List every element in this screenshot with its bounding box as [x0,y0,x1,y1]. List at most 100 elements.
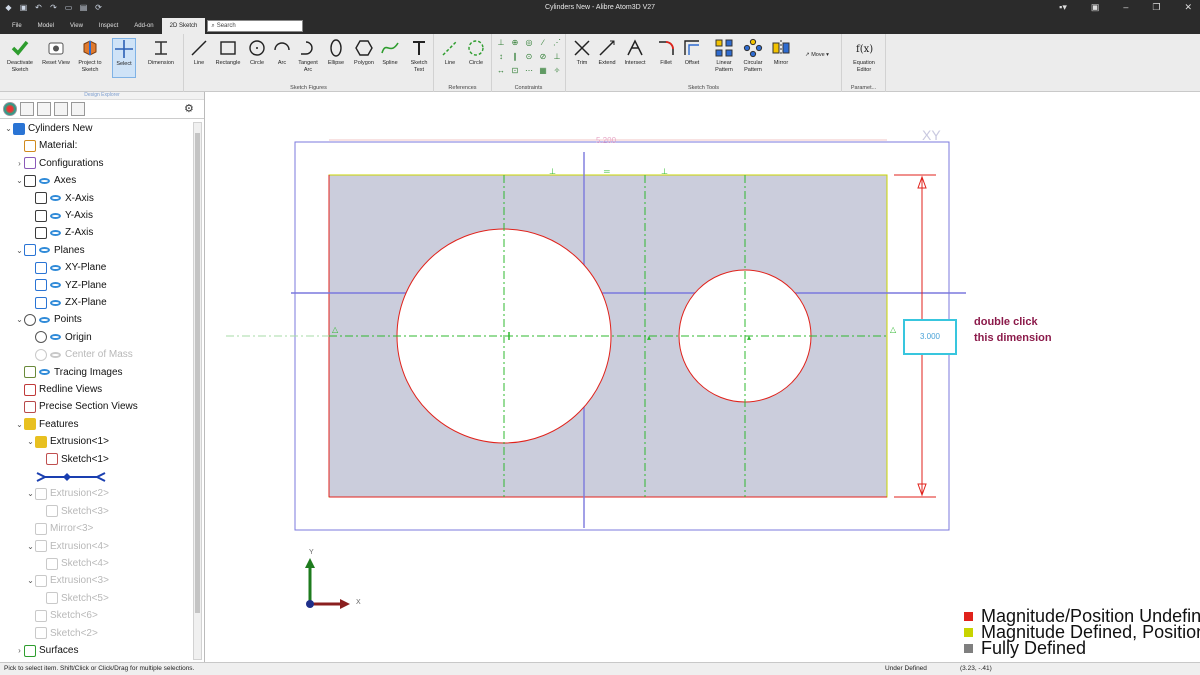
polygon-tool-button[interactable]: Polygon [350,38,378,67]
sketch-viewport[interactable]: XY ⊥ ═ ⊥ △ △ ▴ ▴ 5.200 X Y [206,92,1200,662]
constraint-coincident-icon[interactable]: ⊙ [524,52,534,62]
constraint-horizontal-icon[interactable]: ⊥ [496,38,506,48]
collapse-chevron-icon[interactable]: › [15,159,24,168]
visibility-eye-icon[interactable] [50,334,61,341]
tree-item[interactable]: Sketch<5> [37,590,109,607]
intersect-button[interactable]: Intersect [620,38,650,67]
equation-editor-button[interactable]: f(x) Equation Editor [846,38,882,74]
explorer-icon[interactable] [54,102,68,116]
tree-item[interactable]: ZX-Plane [26,294,107,311]
constraint-auto-icon[interactable]: ✧ [552,66,562,76]
fillet-button[interactable]: Fillet [654,38,678,67]
tree-item[interactable]: Sketch<1> [37,451,109,468]
minimize-icon[interactable]: – [1123,2,1128,13]
constraint-grid-icon[interactable]: ▦ [538,66,548,76]
tree-item[interactable]: ⌄ Axes [15,172,76,189]
dimension-edit-box[interactable]: 3.000 [903,319,957,355]
tree-item[interactable]: Sketch<4> [37,555,109,572]
layout-icon[interactable]: ▪▾ [1059,2,1067,13]
tab-model[interactable]: Model [30,18,62,34]
linear-pattern-button[interactable]: Linear Pattern [710,38,738,74]
tree-item[interactable]: Sketch<2> [26,625,98,642]
mirror-button[interactable]: Mirror [768,38,794,67]
expand-chevron-icon[interactable]: ⌄ [15,176,24,185]
visibility-eye-icon[interactable] [50,212,61,219]
properties-icon[interactable] [20,102,34,116]
tree-item[interactable]: Mirror<3> [26,520,93,537]
tree-item[interactable]: ⌄ Extrusion<4> [26,538,109,555]
ellipse-tool-button[interactable]: Ellipse [322,38,350,67]
tree-item[interactable]: Tracing Images [15,364,123,381]
tab-file[interactable]: File [4,18,30,34]
extend-button[interactable]: Extend [594,38,620,67]
gear-icon[interactable]: ⚙ [184,103,198,117]
tree-item[interactable]: ⌄ Features [15,416,78,433]
constraint-vertical-icon[interactable]: ↕ [496,52,506,62]
visibility-eye-icon[interactable] [50,351,61,358]
tree-item[interactable]: X-Axis [26,190,94,207]
visibility-eye-icon[interactable] [39,316,50,323]
tree-view-icon[interactable] [71,102,85,116]
constraint-fix-icon[interactable]: ⊡ [510,66,520,76]
select-button[interactable]: Select [112,38,136,78]
constraint-tangent-icon[interactable]: ∕ [538,38,548,48]
visibility-eye-icon[interactable] [50,299,61,306]
circular-pattern-button[interactable]: Circular Pattern [738,38,768,74]
tree-item[interactable]: Precise Section Views [15,398,138,415]
filter-icon[interactable] [37,102,51,116]
tab-inspect[interactable]: Inspect [91,18,126,34]
arc-tool-button[interactable]: Arc [270,38,294,67]
tree-item[interactable]: Sketch<6> [26,607,98,624]
rectangle-tool-button[interactable]: Rectangle [212,38,244,67]
tree-item[interactable]: ⌄ Extrusion<2> [26,485,109,502]
constraint-symmetric-icon[interactable]: ↔ [496,66,506,76]
visibility-eye-icon[interactable] [39,177,50,184]
tangent-arc-tool-button[interactable]: Tangent Arc [294,38,322,74]
tree-item[interactable]: Z-Axis [26,224,93,241]
expand-chevron-icon[interactable]: ⌄ [15,315,24,324]
tree-item[interactable]: ⌄ Extrusion<1> [26,433,109,450]
sketch-text-button[interactable]: Sketch Text [406,38,432,74]
appearance-icon[interactable] [3,102,17,116]
collapse-chevron-icon[interactable]: › [15,646,24,655]
sketch-canvas[interactable]: XY ⊥ ═ ⊥ △ △ ▴ ▴ 5.200 X Y [206,92,1200,662]
tree-item[interactable]: Center of Mass [26,346,133,363]
constraint-midpoint-icon[interactable]: ⊘ [538,52,548,62]
expand-chevron-icon[interactable]: ⌄ [26,437,35,446]
maximize-icon[interactable]: ❐ [1152,2,1160,13]
tree-item[interactable]: ⌄ Planes [15,242,85,259]
constraint-lock-icon[interactable]: ⊕ [510,38,520,48]
constraint-perpendicular-icon[interactable]: ⊥ [552,52,562,62]
top-dimension-value[interactable]: 5.200 [596,136,617,145]
tree-item[interactable]: Sketch<3> [37,503,109,520]
restore-icon[interactable]: ▣ [1091,2,1100,13]
reference-line-button[interactable]: Line [438,38,462,67]
tree-item[interactable]: Origin [26,329,92,346]
expand-chevron-icon[interactable]: ⌄ [26,542,35,551]
dimension-button[interactable]: Dimension [142,38,180,67]
reset-view-button[interactable]: Reset View [42,38,70,67]
tab-view[interactable]: View [62,18,91,34]
constraint-concentric-icon[interactable]: ◎ [524,38,534,48]
expand-chevron-icon[interactable]: ⌄ [26,489,35,498]
tab-2d-sketch[interactable]: 2D Sketch [161,18,206,34]
spline-tool-button[interactable]: Spline [378,38,402,67]
expand-chevron-icon[interactable]: ⌄ [26,576,35,585]
search-input[interactable]: ⌕ Search [207,20,304,32]
constraint-equal-icon[interactable]: ⋰ [552,38,562,48]
tree-item[interactable]: ⌄ Points [15,311,82,328]
constraint-collinear-icon[interactable]: ⋯ [524,66,534,76]
offset-button[interactable]: Offset [678,38,706,67]
visibility-eye-icon[interactable] [39,369,50,376]
tree-item[interactable]: Y-Axis [26,207,93,224]
expand-chevron-icon[interactable]: ⌄ [15,420,24,429]
tab-add-on[interactable]: Add-on [126,18,161,34]
tree-item[interactable]: › Configurations [15,155,103,172]
scrollbar-thumb[interactable] [195,133,200,613]
tree-item[interactable]: XY-Plane [26,259,106,276]
expand-chevron-icon[interactable]: ⌄ [15,246,24,255]
constraint-parallel-icon[interactable]: ∥ [510,52,520,62]
tree-item[interactable]: ⌄ Extrusion<3> [26,572,109,589]
tree-scrollbar[interactable] [193,122,202,660]
tree-item[interactable]: › Surfaces [15,642,78,659]
